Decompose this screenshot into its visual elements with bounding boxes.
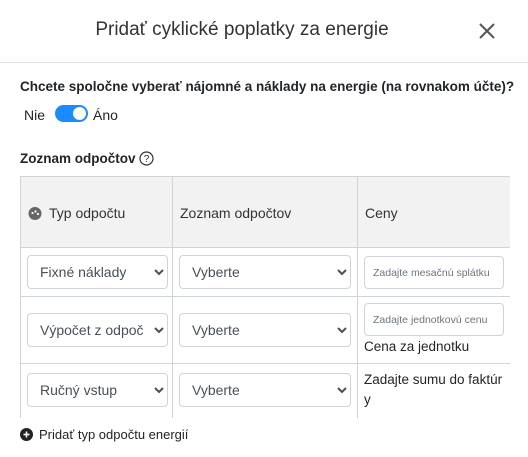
toggle-knob — [73, 107, 86, 120]
meter-list-select-1[interactable]: Vyberte — [179, 255, 351, 289]
header-list-label: Zoznam odpočtov — [180, 205, 292, 221]
header-type-label: Typ odpočtu — [49, 205, 126, 221]
meter-list-select-2[interactable]: Vyberte — [179, 313, 351, 347]
add-meter-type-label: Pridať typ odpočtu energií — [39, 427, 189, 442]
meter-list-select-3[interactable]: Vyberte — [179, 373, 351, 407]
header-cell-prices: Ceny — [357, 176, 510, 248]
meter-type-select-2[interactable]: Výpočet z odpočtu — [27, 313, 168, 347]
modal-dialog: Pridať cyklické poplatky za energie Chce… — [0, 0, 528, 457]
plus-circle-icon — [20, 428, 33, 441]
readings-table: Typ odpočtu Zoznam odpočtov Ceny Fixné n… — [20, 176, 510, 418]
close-icon[interactable] — [474, 18, 500, 44]
unit-price-note: Cena za jednotku — [364, 339, 470, 354]
meter-type-select-1[interactable]: Fixné náklady — [27, 255, 168, 289]
shared-account-question: Chcete spoločne vyberať nájomné a náklad… — [20, 79, 515, 94]
header-cell-list: Zoznam odpočtov — [172, 176, 358, 248]
shared-account-toggle[interactable] — [55, 105, 88, 122]
meter-type-icon — [28, 207, 42, 220]
help-icon[interactable]: ? — [139, 151, 154, 166]
modal-title: Pridať cyklické poplatky za energie — [95, 19, 389, 40]
unit-price-input[interactable] — [364, 303, 504, 336]
toggle-no-label: Nie — [24, 107, 46, 123]
monthly-payment-input[interactable] — [364, 256, 504, 289]
svg-text:?: ? — [144, 154, 150, 165]
section-title: Zoznam odpočtov — [20, 151, 136, 166]
meter-type-select-3[interactable]: Ručný vstup — [27, 373, 168, 407]
header-cell-type: Typ odpočtu — [20, 176, 173, 248]
invoice-amount-note: Zadajte sumu do faktúry — [364, 372, 503, 407]
header-prices-label: Ceny — [365, 205, 398, 221]
modal-header: Pridať cyklické poplatky za energie — [0, 0, 528, 63]
toggle-yes-label: Áno — [93, 107, 118, 123]
